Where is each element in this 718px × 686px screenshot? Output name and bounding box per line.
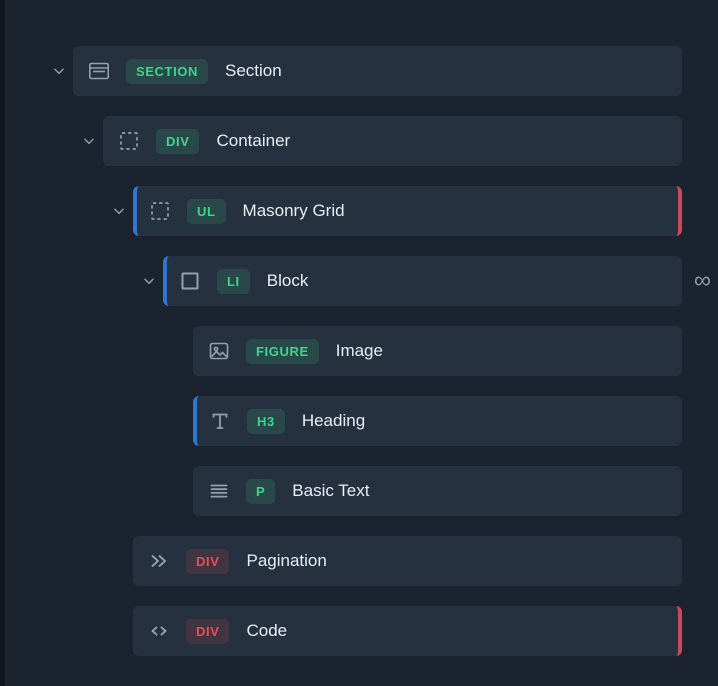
tag-badge: H3 (247, 408, 285, 434)
section-icon (87, 59, 111, 83)
tag-badge: P (246, 478, 276, 504)
element-label: Basic Text (292, 481, 370, 500)
tag-badge: DIV (186, 548, 230, 574)
tree-row-code[interactable]: DIV Code (133, 606, 682, 656)
tree-line-basic-text: P Basic Text (165, 466, 682, 516)
grid-icon (148, 199, 172, 223)
tree-row-masonry-grid[interactable]: UL Masonry Grid (133, 186, 682, 236)
element-label: Heading (301, 411, 366, 430)
tag-badge: DIV (186, 618, 230, 644)
chevron-down-icon[interactable] (135, 274, 163, 288)
image-icon (207, 339, 231, 363)
tag-badge: DIV (156, 128, 200, 154)
tree-row-container[interactable]: DIV Container (103, 116, 682, 166)
chevron-down-icon[interactable] (105, 204, 133, 218)
tree-row-basic-text[interactable]: P Basic Text (193, 466, 682, 516)
tree-line-container: DIV Container (75, 116, 682, 166)
tree-line-masonry-grid: UL Masonry Grid (105, 186, 682, 236)
tag-badge: FIGURE (246, 338, 319, 364)
block-icon (178, 269, 202, 293)
element-label: Masonry Grid (242, 201, 345, 220)
element-label: Code (246, 621, 288, 640)
tree-row-pagination[interactable]: DIV Pagination (133, 536, 682, 586)
layers-panel: SECTION Section DIV Container UL Masonry… (0, 0, 718, 686)
tree-line-code: DIV Code (105, 606, 682, 656)
tree-row-block[interactable]: LI Block ∞ (163, 256, 711, 306)
chevron-down-icon[interactable] (45, 64, 73, 78)
tag-badge: LI (217, 268, 250, 294)
tree-row-heading[interactable]: H3 Heading (193, 396, 682, 446)
tree-line-pagination: DIV Pagination (105, 536, 682, 586)
tag-badge: SECTION (126, 58, 208, 84)
text-lines-icon (207, 479, 231, 503)
tag-badge: UL (187, 198, 226, 224)
element-label: Block (266, 271, 309, 290)
infinity-icon[interactable]: ∞ (694, 269, 711, 293)
tree-line-section: SECTION Section (45, 46, 682, 96)
element-label: Pagination (246, 551, 327, 570)
tree-row-section[interactable]: SECTION Section (73, 46, 682, 96)
tree-line-block: LI Block ∞ (135, 256, 711, 306)
chevron-down-icon[interactable] (75, 134, 103, 148)
element-label: Container (216, 131, 291, 150)
element-label: Section (224, 61, 282, 80)
tree-row-image[interactable]: FIGURE Image (193, 326, 682, 376)
tree-line-heading: H3 Heading (165, 396, 682, 446)
heading-icon (208, 409, 232, 433)
element-label: Image (335, 341, 383, 360)
tree-line-image: FIGURE Image (165, 326, 682, 376)
code-icon (147, 619, 171, 643)
container-icon (117, 129, 141, 153)
double-chevron-icon (147, 549, 171, 573)
